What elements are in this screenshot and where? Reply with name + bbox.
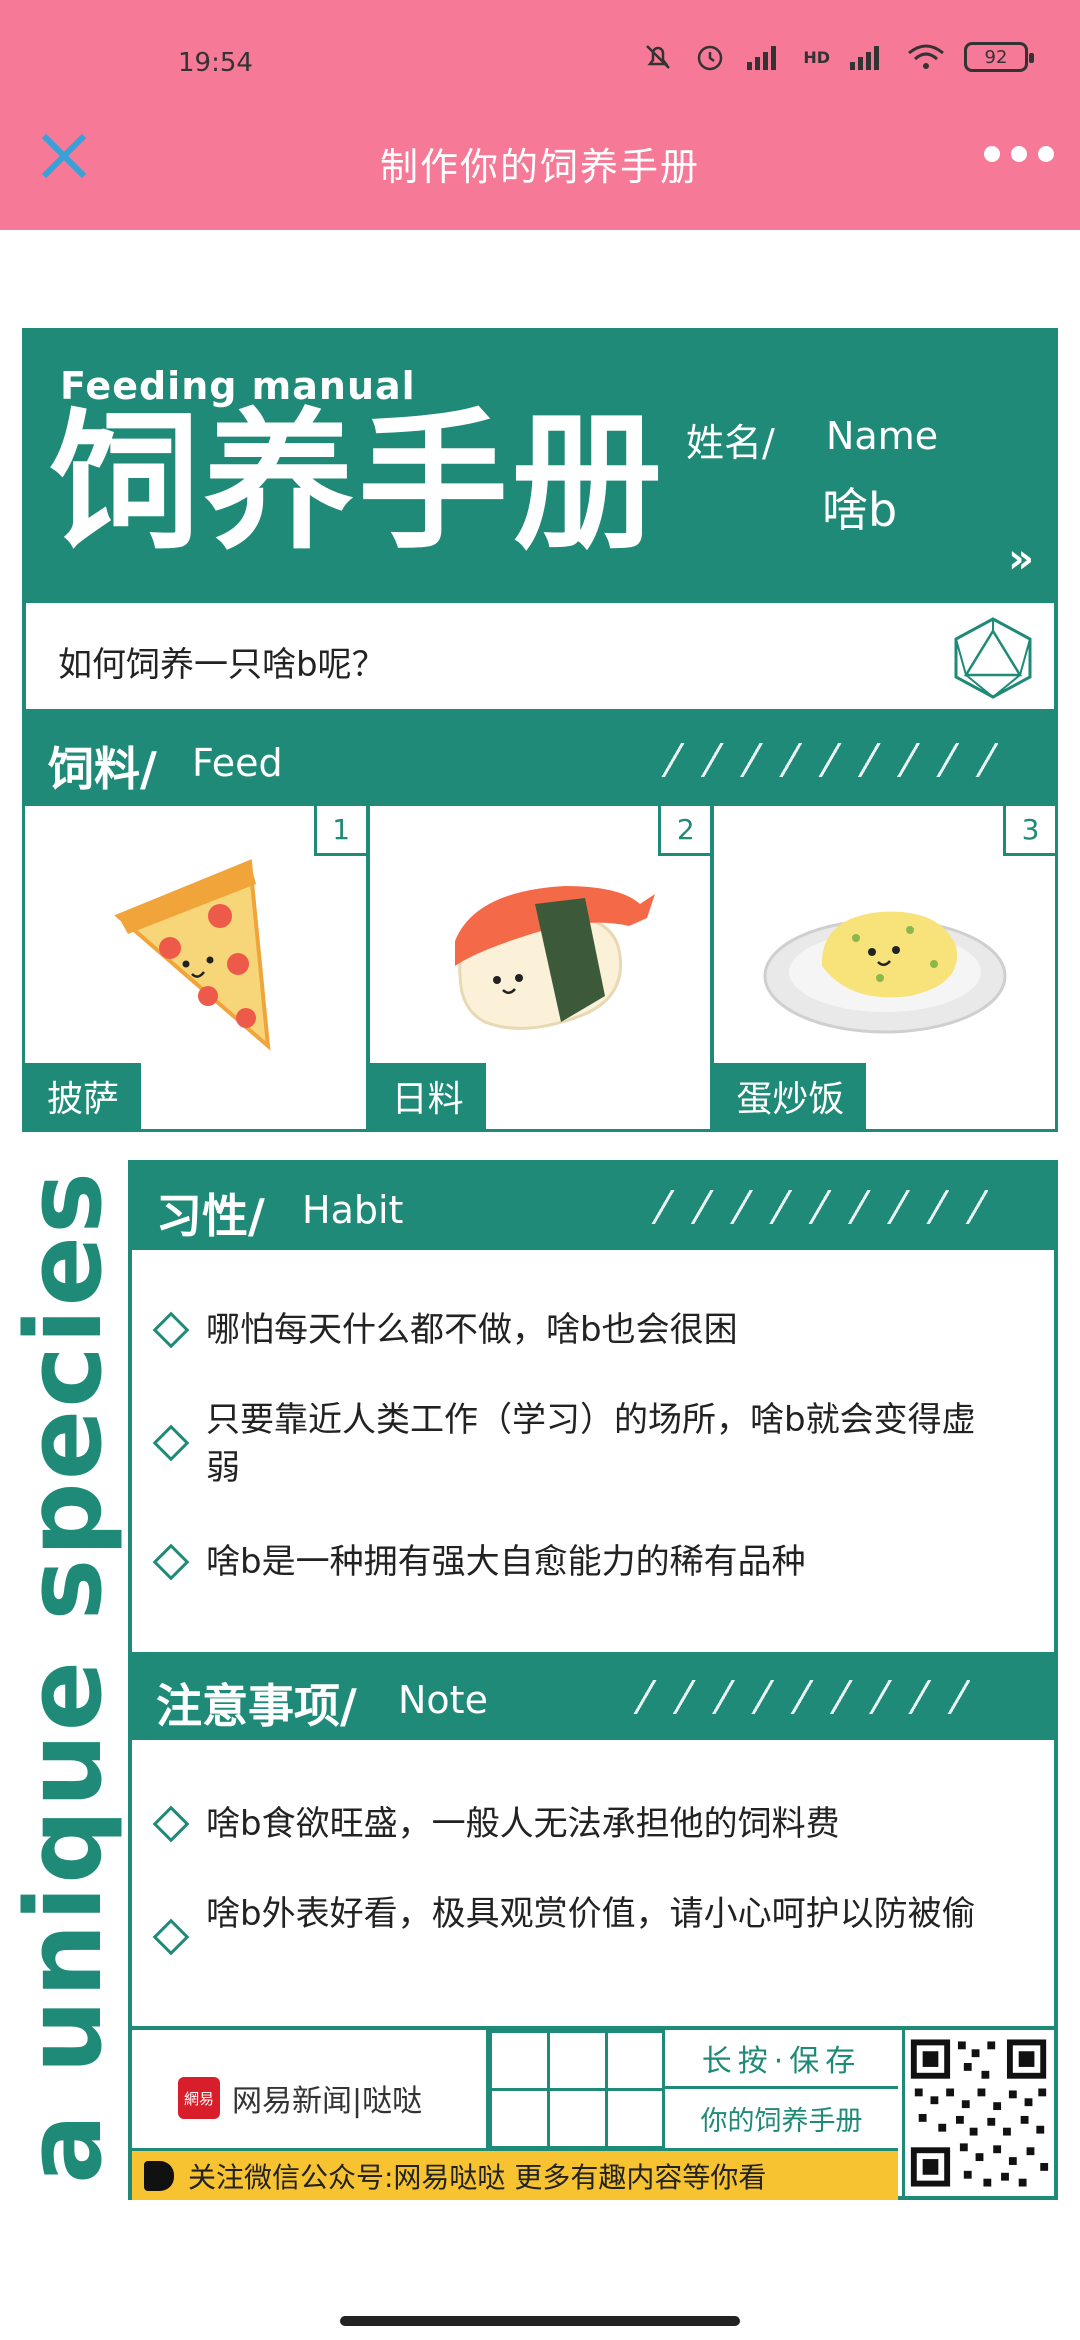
status-time: 19:54 (178, 48, 253, 78)
save-hint: 长按·保存 你的饲养手册 (662, 2030, 898, 2148)
habit-text: 哪怕每天什么都不做，啥b也会很困 (206, 1310, 738, 1350)
hatch-decoration (630, 1680, 970, 1714)
name-label-en: Name (826, 414, 939, 458)
feed-section-header: 饲料/ Feed (22, 713, 1058, 806)
diamond-icon (152, 1543, 190, 1581)
diamond-icon (152, 1918, 190, 1956)
note-item: 啥b食欲旺盛，一般人无法承担他的饲料费 (152, 1800, 1036, 1848)
grid-decoration (486, 2030, 662, 2148)
wifi-icon (908, 44, 944, 69)
page-title: 制作你的饲养手册 (379, 145, 700, 189)
diamond-icon (152, 1311, 190, 1349)
battery-level: 92 (984, 46, 1008, 68)
brand: 網易 网易新闻|哒哒 (178, 2076, 422, 2120)
diamond-icon (152, 1805, 190, 1843)
feed-number: 2 (658, 806, 711, 856)
netease-logo-icon: 網易 (178, 2077, 220, 2119)
fried-rice-icon (763, 911, 1007, 1034)
hatch-decoration (658, 743, 998, 777)
home-indicator[interactable] (340, 2316, 740, 2326)
habit-section-title: 习性/ (156, 1189, 265, 1243)
pizza-icon (114, 859, 271, 1051)
question-row: 如何饲养一只啥b呢？ (22, 603, 1058, 713)
feed-section-en: Feed (192, 741, 283, 785)
habit-section-en: Habit (302, 1188, 404, 1232)
feed-section-title: 饲料/ (48, 742, 157, 796)
polyhedron-icon (954, 617, 1032, 699)
habit-section-header: 习性/ Habit (132, 1164, 1054, 1250)
top-bar: 19:54 HD 92 制作你的饲养手册 (0, 0, 1080, 230)
note-item: 啥b外表好看，极具观赏价值，请小心呵护以防被偷 (152, 1890, 1006, 1956)
vertical-tagline: a unique species (0, 1152, 128, 2202)
hd-label: HD (803, 47, 830, 67)
hatch-decoration (648, 1190, 988, 1224)
note-text: 啥b外表好看，极具观赏价值，请小心呵护以防被偷 (206, 1894, 976, 1934)
habit-text: 啥b是一种拥有强大自愈能力的稀有品种 (206, 1542, 806, 1582)
note-section-title: 注意事项/ (156, 1679, 357, 1733)
status-icons: HD 92 (641, 40, 1034, 74)
qr-code[interactable] (902, 2030, 1054, 2196)
feed-item-sushi: 2 日料 (369, 806, 715, 1129)
feed-number: 3 (1003, 806, 1056, 856)
habit-item: 啥b是一种拥有强大自愈能力的稀有品种 (152, 1538, 1036, 1586)
dada-logo-icon (144, 2160, 174, 2191)
manual-title: 饲养手册 (50, 396, 667, 570)
feed-grid: 1 披萨 2 日料 3 蛋炒饭 (22, 806, 1058, 1132)
feed-item-pizza: 1 披萨 (25, 806, 370, 1129)
question-text: 如何饲养一只啥b呢？ (58, 645, 386, 685)
battery-icon: 92 (964, 42, 1034, 72)
manual-footer: 網易 网易新闻|哒哒 长按·保存 你的饲养手册 关注微信公众号:网易哒哒 更多有… (132, 2026, 1054, 2200)
follow-banner: 关注微信公众号:网易哒哒 更多有趣内容等你看 (132, 2148, 898, 2200)
alarm-icon (698, 45, 723, 71)
feed-item-fried-rice: 3 蛋炒饭 (714, 806, 1056, 1129)
note-section-en: Note (398, 1678, 488, 1722)
signal-icon (747, 46, 777, 70)
habit-item: 只要靠近人类工作（学习）的场所，啥b就会变得虚弱 (152, 1396, 1006, 1492)
brand-text: 网易新闻|哒哒 (232, 2084, 423, 2119)
note-text: 啥b食欲旺盛，一般人无法承担他的饲料费 (206, 1804, 840, 1844)
chevron-icon: » (1008, 536, 1034, 582)
feed-number: 1 (313, 806, 366, 856)
habit-text: 只要靠近人类工作（学习）的场所，啥b就会变得虚弱 (206, 1400, 976, 1488)
save-hint-line1: 长按·保存 (665, 2030, 898, 2089)
vertical-tagline-text: a unique species (3, 1170, 125, 2184)
follow-text: 关注微信公众号:网易哒哒 更多有趣内容等你看 (188, 2160, 767, 2194)
manual-header: Feeding manual 饲养手册 姓名/ Name 啥b » (22, 328, 1058, 603)
habit-item: 哪怕每天什么都不做，啥b也会很困 (152, 1306, 1036, 1354)
feed-label: 日料 (369, 1063, 486, 1129)
feed-label: 披萨 (25, 1063, 142, 1129)
more-options-button[interactable] (984, 134, 1054, 174)
main-card: 习性/ Habit 哪怕每天什么都不做，啥b也会很困 只要靠近人类工作（学习）的… (128, 1160, 1058, 2200)
signal-2-icon (850, 46, 879, 70)
name-label-cn: 姓名/ (686, 421, 775, 465)
diamond-icon (152, 1424, 190, 1462)
note-section-header: 注意事项/ Note (132, 1652, 1054, 1740)
save-hint-line2: 你的饲养手册 (700, 2106, 863, 2137)
feed-label: 蛋炒饭 (714, 1063, 867, 1129)
mute-icon (646, 45, 671, 69)
name-value: 啥b (822, 483, 898, 537)
sushi-icon (455, 886, 655, 1030)
